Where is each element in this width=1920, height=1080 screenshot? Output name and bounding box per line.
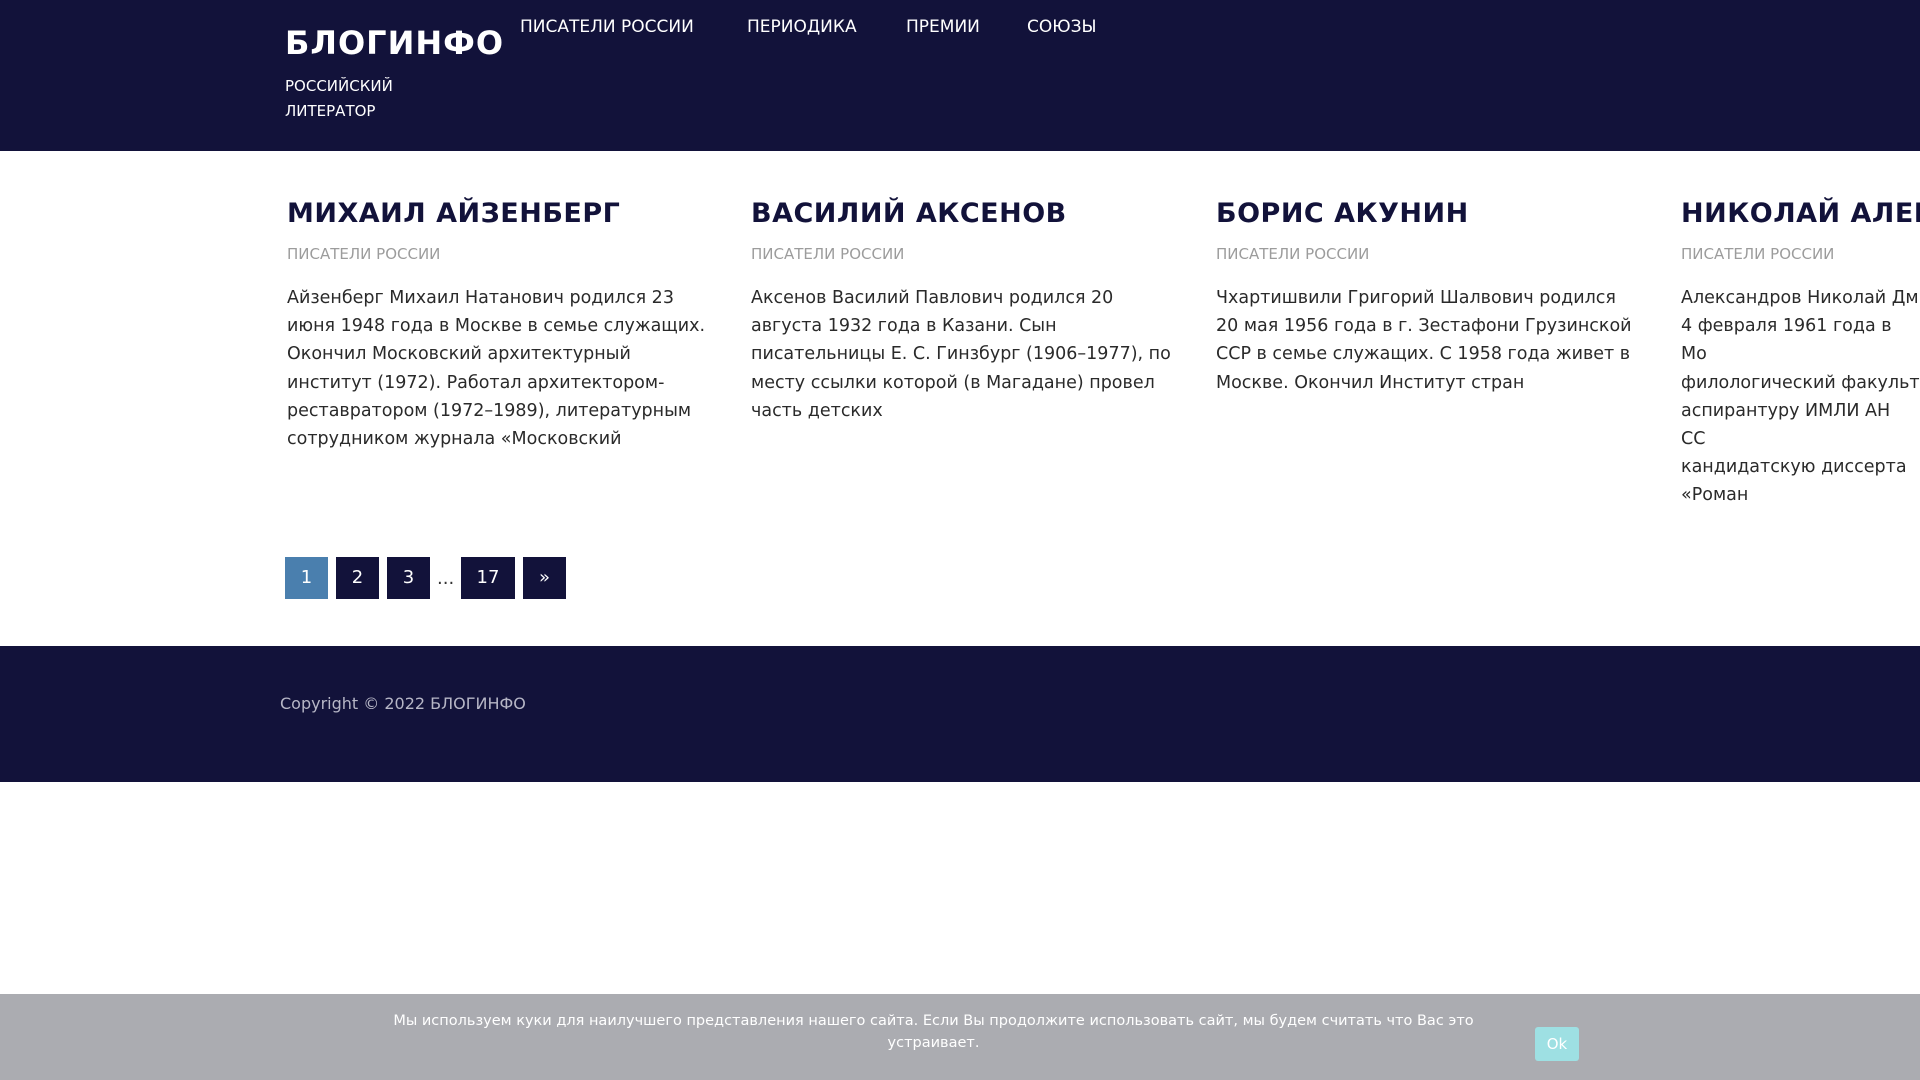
pagination-ellipsis: ... — [437, 568, 455, 589]
cookie-accept-button[interactable]: Ok — [1535, 1027, 1579, 1061]
site-tagline: РОССИЙСКИЙ ЛИТЕРАТОР — [285, 77, 393, 120]
post-category[interactable]: ПИСАТЕЛИ РОССИИ — [1681, 244, 1920, 264]
post-card: ВАСИЛИЙ АКСЕНОВ ПИСАТЕЛИ РОССИИ Аксенов … — [751, 196, 1171, 425]
post-card: МИХАИЛ АЙЗЕНБЕРГ ПИСАТЕЛИ РОССИИ Айзенбе… — [287, 196, 707, 453]
site-title[interactable]: БЛОГИНФО — [285, 24, 504, 62]
post-category[interactable]: ПИСАТЕЛИ РОССИИ — [1216, 244, 1636, 264]
cookie-text: Мы используем куки для наилучшего предст… — [393, 1013, 1474, 1051]
post-card: БОРИС АКУНИН ПИСАТЕЛИ РОССИИ Чхартишвили… — [1216, 196, 1636, 397]
copyright-text: Copyright © 2022 БЛОГИНФО — [280, 694, 526, 713]
site-header: БЛОГИНФО РОССИЙСКИЙ ЛИТЕРАТОР ПИСАТЕЛИ Р… — [0, 0, 1920, 151]
nav-item-periodicals[interactable]: ПЕРИОДИКА — [747, 15, 857, 39]
post-category[interactable]: ПИСАТЕЛИ РОССИИ — [287, 244, 707, 264]
next-page-button[interactable]: » — [523, 557, 566, 599]
page-button-current[interactable]: 1 — [285, 557, 328, 599]
post-excerpt: Айзенберг Михаил Натанович родился 23 ию… — [287, 288, 706, 450]
post-title[interactable]: МИХАИЛ АЙЗЕНБЕРГ — [287, 196, 707, 232]
post-excerpt: Александров Николай Дм 4 февраля 1961 го… — [1681, 288, 1920, 506]
post-title[interactable]: ВАСИЛИЙ АКСЕНОВ — [751, 196, 1171, 232]
post-title[interactable]: БОРИС АКУНИН — [1216, 196, 1636, 232]
nav-item-writers[interactable]: ПИСАТЕЛИ РОССИИ — [520, 15, 694, 39]
site-footer: Copyright © 2022 БЛОГИНФО — [0, 646, 1920, 782]
nav-item-unions[interactable]: СОЮЗЫ — [1027, 15, 1097, 39]
page-button[interactable]: 3 — [387, 557, 430, 599]
post-title[interactable]: НИКОЛАЙ АЛЕК — [1681, 196, 1920, 232]
post-category[interactable]: ПИСАТЕЛИ РОССИИ — [751, 244, 1171, 264]
post-card: НИКОЛАЙ АЛЕК ПИСАТЕЛИ РОССИИ Александров… — [1681, 196, 1920, 510]
post-excerpt: Аксенов Василий Павлович родился 20 авгу… — [751, 288, 1171, 421]
page-button[interactable]: 2 — [336, 557, 379, 599]
nav-item-awards[interactable]: ПРЕМИИ — [906, 15, 980, 39]
page-button-last[interactable]: 17 — [461, 557, 515, 599]
cookie-banner: Мы используем куки для наилучшего предст… — [0, 994, 1920, 1080]
posts-section: МИХАИЛ АЙЗЕНБЕРГ ПИСАТЕЛИ РОССИИ Айзенбе… — [0, 151, 1920, 646]
post-excerpt: Чхартишвили Григорий Шалвович родился 20… — [1216, 288, 1632, 393]
